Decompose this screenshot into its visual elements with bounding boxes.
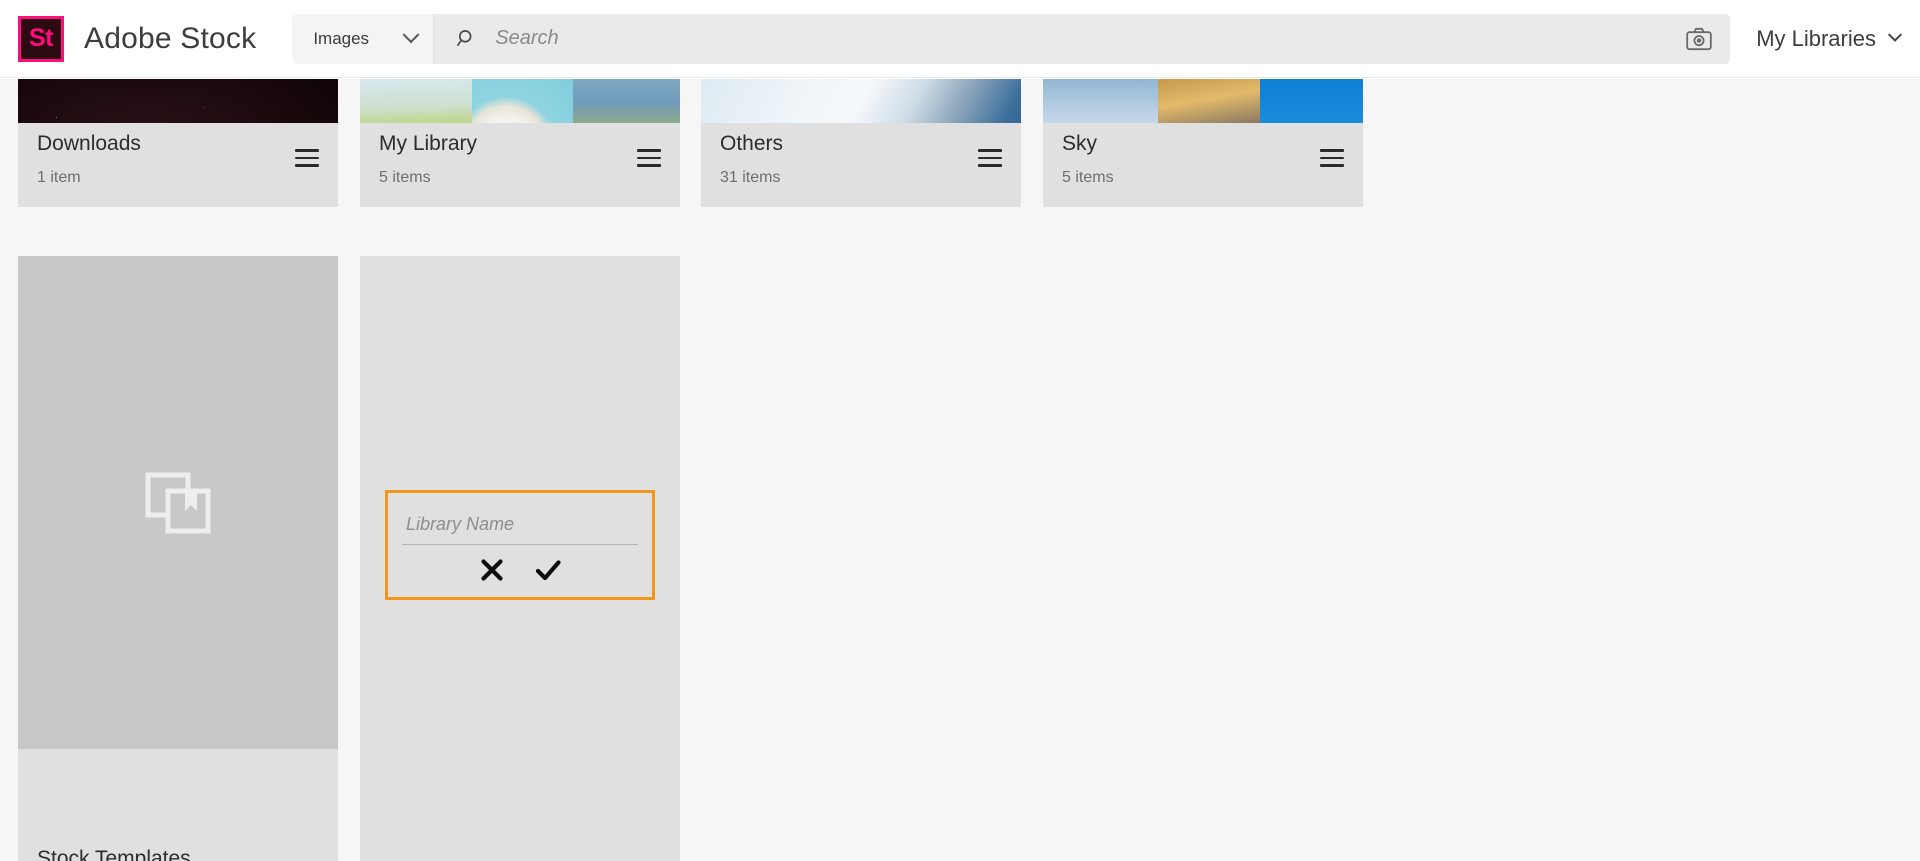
my-libraries-label: My Libraries [1756, 25, 1876, 51]
library-card-meta: Stock Templates 0 items [18, 838, 338, 861]
library-card-meta: Sky 5 items [1043, 123, 1363, 207]
checkmark-icon[interactable] [533, 555, 563, 585]
library-card-downloads[interactable]: Downloads 1 item [18, 79, 338, 207]
search-bar: Images [292, 13, 1731, 64]
hamburger-menu-icon[interactable] [1320, 149, 1344, 167]
library-placeholder-icon [145, 472, 211, 533]
library-item-count: 1 item [37, 169, 81, 186]
empty-library-placeholder [18, 256, 338, 749]
search-input[interactable] [495, 27, 1687, 50]
hamburger-menu-icon[interactable] [978, 149, 1002, 167]
library-card-stock-templates[interactable]: Stock Templates 0 items [18, 256, 338, 861]
close-x-icon[interactable] [477, 555, 507, 585]
library-card-my-library[interactable]: My Library 5 items [360, 79, 680, 207]
asset-type-dropdown[interactable]: Images [292, 13, 435, 64]
library-title: My Library [379, 132, 478, 155]
adobe-stock-logo-icon: St [18, 15, 64, 62]
asset-type-value: Images [313, 28, 370, 48]
library-card-meta: Downloads 1 item [18, 123, 338, 207]
library-card-meta: My Library 5 items [360, 123, 680, 207]
new-library-name-dialog [385, 490, 655, 600]
chevron-down-icon [402, 25, 420, 43]
brand-title: Adobe Stock [84, 21, 257, 55]
my-libraries-menu[interactable]: My Libraries [1756, 25, 1903, 52]
library-title: Sky [1062, 132, 1098, 155]
library-name-input[interactable] [402, 505, 638, 545]
search-icon [457, 30, 472, 46]
library-item-count: 5 items [379, 169, 431, 186]
library-title: Downloads [37, 132, 141, 155]
library-title: Stock Templates [37, 847, 191, 861]
hamburger-menu-icon[interactable] [295, 149, 319, 167]
dialog-actions [388, 555, 652, 585]
library-item-count: 5 items [1062, 169, 1114, 186]
search-field-container[interactable] [434, 13, 1731, 64]
library-card-meta: Others 31 items [701, 123, 1021, 207]
library-title: Others [720, 132, 784, 155]
library-card-others[interactable]: Others 31 items [701, 79, 1021, 207]
brand[interactable]: St Adobe Stock [18, 15, 257, 62]
new-library-card[interactable] [360, 256, 680, 861]
library-card-sky[interactable]: Sky 5 items [1043, 79, 1363, 207]
app-header: St Adobe Stock Images My Libraries [0, 0, 1920, 78]
chevron-down-icon [1887, 27, 1903, 42]
libraries-grid: Downloads 1 item My Library 5 items Othe… [0, 79, 1920, 861]
hamburger-menu-icon[interactable] [637, 149, 661, 167]
camera-icon[interactable] [1686, 27, 1712, 51]
library-item-count: 31 items [720, 169, 781, 186]
